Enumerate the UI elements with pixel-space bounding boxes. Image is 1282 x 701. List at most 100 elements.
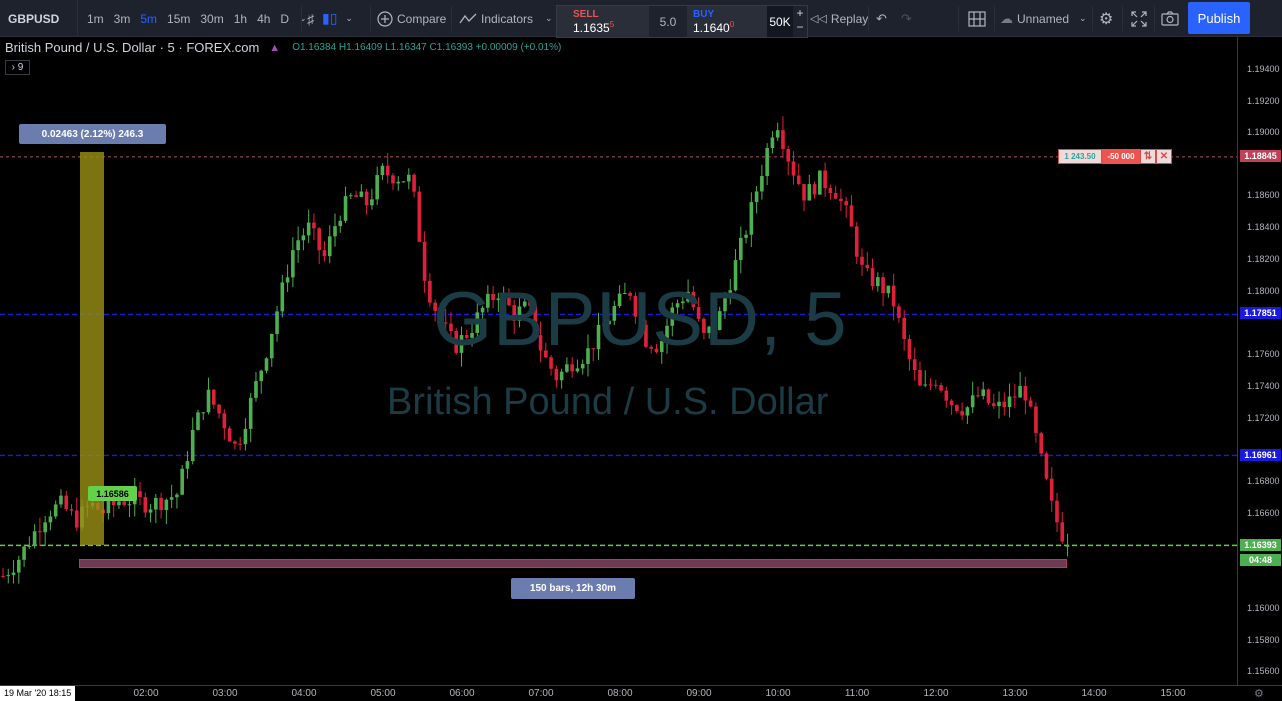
fullscreen-button[interactable] [1131, 0, 1147, 37]
candle-body [43, 522, 47, 533]
buy-price-pip: 0 [729, 20, 735, 29]
candle-body [6, 575, 11, 577]
layout-name-button[interactable]: ☁ Unnamed ⌄ [1000, 0, 1087, 37]
candle-body [823, 170, 827, 189]
redo-icon[interactable]: ↷ [901, 11, 912, 27]
candle-body [807, 184, 812, 201]
settings-button[interactable]: ⚙ [1099, 0, 1113, 37]
candle-body [955, 405, 959, 412]
candle-body [912, 359, 917, 370]
candle-body [860, 256, 864, 265]
candle-body [285, 277, 290, 283]
interval-15m[interactable]: 15m [162, 12, 195, 26]
candle-body [248, 397, 253, 429]
candle-body [933, 384, 938, 386]
interval-30m[interactable]: 30m [195, 12, 228, 26]
candle-body [559, 371, 564, 381]
candle-body [749, 202, 754, 235]
candle-body [164, 499, 169, 511]
bar-chart-style-icon[interactable]: ♯ [307, 11, 314, 27]
candle-body [1028, 400, 1033, 407]
fullscreen-icon [1131, 10, 1147, 27]
axis-settings-icon[interactable]: ⚙ [1254, 687, 1264, 700]
chart-style-chevron-icon[interactable]: ⌄ [345, 13, 353, 24]
indicators-button[interactable]: Indicators ⌄ [459, 0, 553, 37]
layout-chevron-icon: ⌄ [1079, 13, 1087, 23]
reverse-position-icon[interactable]: ⇅ [1140, 149, 1156, 164]
candle-body [64, 495, 69, 510]
date-range-bar[interactable] [79, 559, 1067, 568]
interval-1m[interactable]: 1m [82, 12, 109, 26]
price-axis[interactable]: 1.19400 1.19200 1.19000 1.18600 1.18400 … [1237, 37, 1282, 685]
candle-body [554, 368, 559, 381]
measure-label: 0.02463 (2.12%) 246.3 [19, 124, 166, 144]
candle-body [138, 491, 142, 498]
candle-body [970, 395, 975, 408]
candle-body [22, 546, 26, 560]
symbol-search-button[interactable]: GBPUSD [0, 0, 78, 37]
undo-redo: ↶ ↷ [876, 0, 912, 37]
candle-body [312, 222, 316, 229]
candle-chart-style-icon[interactable]: ▮▯ [322, 10, 337, 27]
indicators-icon [459, 13, 477, 23]
candle-body [1013, 396, 1017, 398]
candle-body [180, 468, 184, 495]
candle-body [870, 268, 875, 287]
replay-button[interactable]: ◁◁ Replay [810, 0, 868, 37]
compare-button[interactable]: Compare [377, 0, 446, 37]
candle-body [960, 411, 964, 416]
candle-body [69, 509, 74, 511]
time-tick: 03:00 [212, 688, 238, 699]
candle-body [74, 510, 79, 528]
layout-grid-button[interactable] [968, 0, 986, 37]
quantity-stepper: + − [793, 6, 807, 37]
time-axis[interactable]: 19 Mar '20 18:15 02:00 03:00 04:00 05:00… [0, 685, 1282, 701]
layout-name-label: Unnamed [1017, 11, 1070, 26]
candle-body [233, 441, 237, 444]
close-position-icon[interactable]: ✕ [1156, 149, 1172, 164]
toolbar-divider [868, 6, 869, 31]
candle-body [802, 184, 806, 201]
publish-button[interactable]: Publish [1188, 2, 1250, 34]
candle-body [907, 339, 912, 360]
interval-1d[interactable]: D [275, 12, 294, 26]
legend-title[interactable]: British Pound / U.S. Dollar · 5 · FOREX.… [5, 40, 259, 55]
snapshot-button[interactable] [1161, 0, 1179, 37]
candle-body [854, 226, 859, 257]
time-tick: 07:00 [528, 688, 554, 699]
sell-label: SELL [573, 9, 599, 20]
watermark-symbol: GBPUSD, 5 [433, 277, 848, 362]
undo-icon[interactable]: ↶ [876, 11, 887, 27]
interval-5m[interactable]: 5m [135, 12, 162, 26]
candle-body [148, 509, 153, 513]
quantity-plus-button[interactable]: + [793, 6, 807, 20]
candle-body [976, 395, 980, 397]
buy-button[interactable]: BUY 1.16400 [687, 6, 767, 37]
interval-3m[interactable]: 3m [109, 12, 136, 26]
candle-body [190, 429, 195, 462]
candle-body [359, 191, 364, 197]
quantity-field[interactable]: 50K [767, 6, 793, 37]
sell-button[interactable]: SELL 1.16355 [557, 6, 649, 37]
studies-toggle-button[interactable]: › 9 [5, 60, 30, 75]
candle-body [159, 497, 163, 511]
candle-body [391, 175, 395, 184]
candle-body [928, 384, 933, 386]
position-price-label: 1.18845 [1240, 150, 1281, 162]
candle-body [212, 389, 216, 405]
candle-body [1, 575, 5, 577]
candle-body [175, 494, 179, 498]
date-range-label: 150 bars, 12h 30m [511, 578, 635, 599]
gear-icon: ⚙ [1099, 10, 1114, 28]
candle-body [227, 428, 232, 442]
candle-body [422, 241, 427, 281]
candle-body [412, 174, 416, 192]
position-quantity[interactable]: -50 000 [1102, 149, 1140, 164]
quantity-minus-button[interactable]: − [793, 20, 807, 34]
compare-plus-icon [377, 10, 393, 27]
candle-body [796, 175, 801, 185]
interval-4h[interactable]: 4h [252, 12, 275, 26]
candle-body [354, 195, 358, 197]
price-note-tag[interactable]: 1.16586 [88, 486, 137, 501]
interval-1h[interactable]: 1h [229, 12, 252, 26]
